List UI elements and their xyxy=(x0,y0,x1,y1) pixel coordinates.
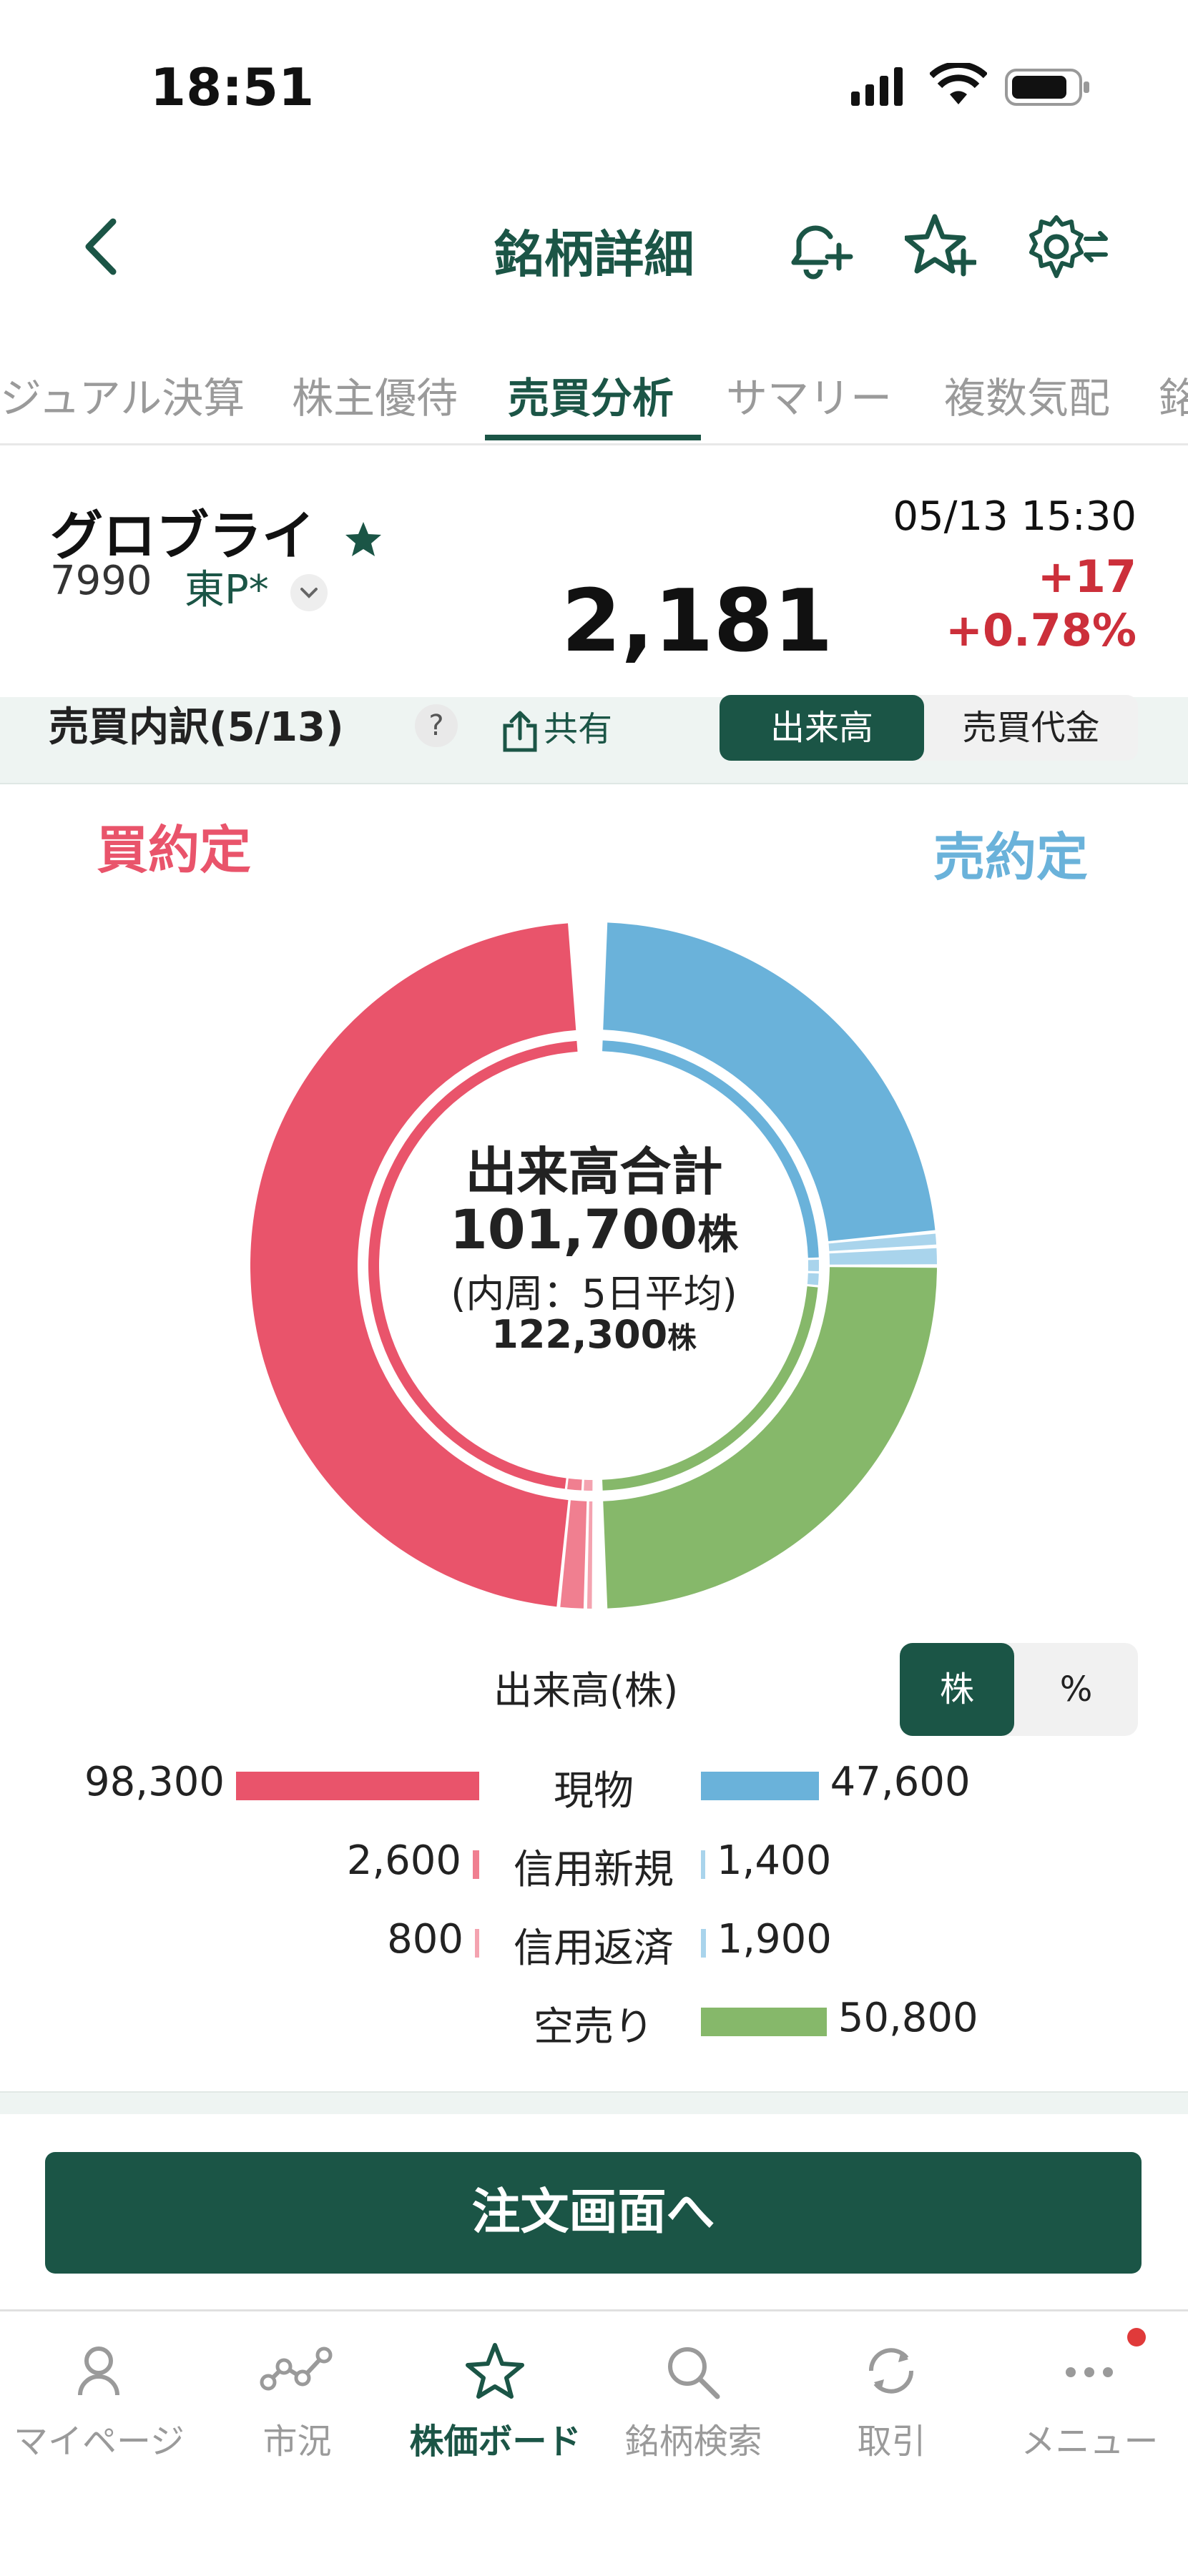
tab-bar: ジュアル決算 株主優待 売買分析 サマリー 複数気配 銘 xyxy=(0,357,1188,443)
bell-plus-icon[interactable] xyxy=(783,211,855,282)
star-plus-icon[interactable] xyxy=(905,211,976,282)
row-label: 空売り xyxy=(534,2004,654,2051)
buy-label: 買約定 xyxy=(97,820,252,880)
sell-value: 47,600 xyxy=(830,1759,971,1805)
donut-inner-slice-5 xyxy=(567,1478,582,1491)
center-subtitle: (内周：5日平均) xyxy=(451,1271,737,1316)
nav-label-board[interactable]: 株価ボード xyxy=(396,2413,594,2463)
nav-label-trade[interactable]: 取引 xyxy=(792,2413,991,2463)
status-time: 18:51 xyxy=(150,57,315,117)
tab-trade-analysis[interactable]: 売買分析 xyxy=(508,365,674,425)
notification-dot xyxy=(1127,2328,1146,2346)
tab-brand-more[interactable]: 銘 xyxy=(1159,365,1188,425)
center-total: 101,700株 xyxy=(449,1198,739,1261)
tab-multiple-quotes[interactable]: 複数気配 xyxy=(944,365,1110,425)
nav-label-mypage[interactable]: マイページ xyxy=(0,2413,198,2463)
current-price: 2,181 xyxy=(561,572,833,671)
sell-bar xyxy=(701,1929,706,1958)
buy-bar xyxy=(236,1772,479,1800)
toggle-volume[interactable]: 出来高 xyxy=(720,695,924,761)
unit-shares-button[interactable]: 株 xyxy=(900,1643,1014,1736)
signal-icon xyxy=(851,67,903,106)
gear-swap-icon[interactable] xyxy=(1024,207,1110,286)
favorite-star-icon[interactable] xyxy=(343,519,383,559)
tab-divider xyxy=(0,443,1188,445)
donut-slice-buy-4 xyxy=(586,1501,593,1609)
price-change: +17 xyxy=(1037,551,1137,603)
sell-bar xyxy=(701,1772,819,1800)
nav-label-market[interactable]: 市況 xyxy=(198,2413,396,2463)
help-button[interactable]: ? xyxy=(415,704,458,747)
sell-value: 1,900 xyxy=(717,1916,832,1963)
refresh-icon[interactable] xyxy=(792,2338,991,2402)
row-label: 現物 xyxy=(554,1768,634,1815)
tab-visual-earnings[interactable]: ジュアル決算 xyxy=(0,365,245,425)
wifi-icon xyxy=(930,63,987,104)
section-separator xyxy=(0,2091,1188,2114)
tab-shareholder-benefits[interactable]: 株主優待 xyxy=(292,365,458,425)
tab-summary[interactable]: サマリー xyxy=(726,365,892,425)
price-change-percent: +0.78% xyxy=(945,604,1137,656)
market-selector[interactable]: 東P* xyxy=(185,558,329,616)
chevron-down-icon xyxy=(290,573,328,611)
buy-bar xyxy=(475,1929,479,1958)
buy-value: 98,300 xyxy=(84,1759,225,1805)
share-icon xyxy=(503,711,537,752)
sell-bar xyxy=(701,1850,705,1879)
sell-bar xyxy=(701,2008,827,2036)
stock-code: 7990 xyxy=(50,558,152,604)
sell-value: 50,800 xyxy=(838,1995,978,2041)
share-button[interactable]: 共有 xyxy=(501,701,612,753)
buy-value: 2,600 xyxy=(346,1837,462,1884)
quote-datetime: 05/13 15:30 xyxy=(893,493,1137,540)
order-screen-button[interactable]: 注文画面へ xyxy=(45,2152,1142,2274)
more-icon[interactable] xyxy=(991,2338,1188,2402)
section-title: 売買内訳(5/13) xyxy=(49,704,344,751)
chart-line-icon[interactable] xyxy=(198,2338,396,2402)
buy-bar xyxy=(473,1850,479,1879)
center-title: 出来高合計 xyxy=(465,1142,723,1202)
donut-inner-slice-4 xyxy=(584,1479,593,1491)
row-label: 信用返済 xyxy=(514,1925,674,1972)
sell-value: 1,400 xyxy=(717,1837,832,1884)
search-icon[interactable] xyxy=(594,2338,792,2402)
tab-active-indicator xyxy=(485,435,701,440)
sell-label: 売約定 xyxy=(933,827,1088,887)
nav-label-search[interactable]: 銘柄検索 xyxy=(594,2413,792,2463)
row-label: 信用新規 xyxy=(514,1847,674,1893)
star-icon[interactable] xyxy=(396,2338,594,2402)
page-title: 銘柄詳細 xyxy=(494,225,694,284)
battery-icon xyxy=(1005,69,1089,106)
nav-label-menu[interactable]: メニュー xyxy=(991,2413,1188,2463)
person-icon[interactable] xyxy=(0,2338,198,2402)
toggle-trading-value[interactable]: 売買代金 xyxy=(924,695,1138,761)
center-average: 122,300株 xyxy=(491,1312,697,1357)
unit-percent-button[interactable]: % xyxy=(1014,1643,1138,1736)
volume-table-title: 出来高(株) xyxy=(494,1668,679,1713)
buy-value: 800 xyxy=(387,1916,463,1963)
